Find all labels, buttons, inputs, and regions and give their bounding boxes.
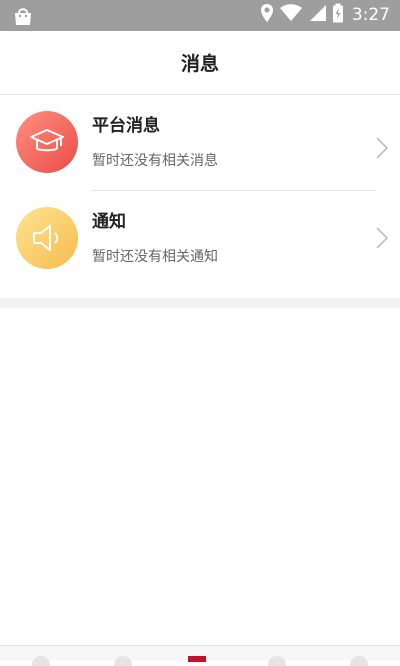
- speaker-icon: [16, 207, 78, 269]
- tab-icon[interactable]: [114, 656, 132, 666]
- item-subtitle: 暂时还没有相关消息: [92, 153, 218, 169]
- battery-icon: [332, 3, 344, 27]
- tab-messages-icon[interactable]: [188, 656, 206, 662]
- list-item-platform-messages[interactable]: 平台消息 暂时还没有相关消息: [0, 95, 400, 191]
- location-icon: [260, 3, 274, 27]
- section-divider: [0, 298, 400, 308]
- shopping-bag-icon: [12, 5, 34, 31]
- list-item-notifications[interactable]: 通知 暂时还没有相关通知: [0, 191, 400, 287]
- status-bar: 3:27: [0, 0, 400, 31]
- graduation-cap-icon: [16, 111, 78, 173]
- tab-icon[interactable]: [350, 656, 368, 666]
- chevron-right-icon: [376, 227, 389, 253]
- bottom-tab-bar: [0, 645, 400, 666]
- wifi-icon: [279, 4, 302, 26]
- title-bar: 消息: [0, 31, 400, 95]
- item-subtitle: 暂时还没有相关通知: [92, 249, 218, 265]
- clock-time: 3:27: [351, 5, 390, 25]
- page-title: 消息: [180, 53, 219, 75]
- tab-icon[interactable]: [268, 656, 286, 666]
- chevron-right-icon: [376, 137, 389, 163]
- signal-icon: [308, 4, 326, 26]
- item-title: 平台消息: [92, 116, 160, 136]
- item-title: 通知: [92, 212, 126, 232]
- tab-icon[interactable]: [32, 656, 50, 666]
- message-list: 平台消息 暂时还没有相关消息 通知 暂时还没有相关通知: [0, 95, 400, 298]
